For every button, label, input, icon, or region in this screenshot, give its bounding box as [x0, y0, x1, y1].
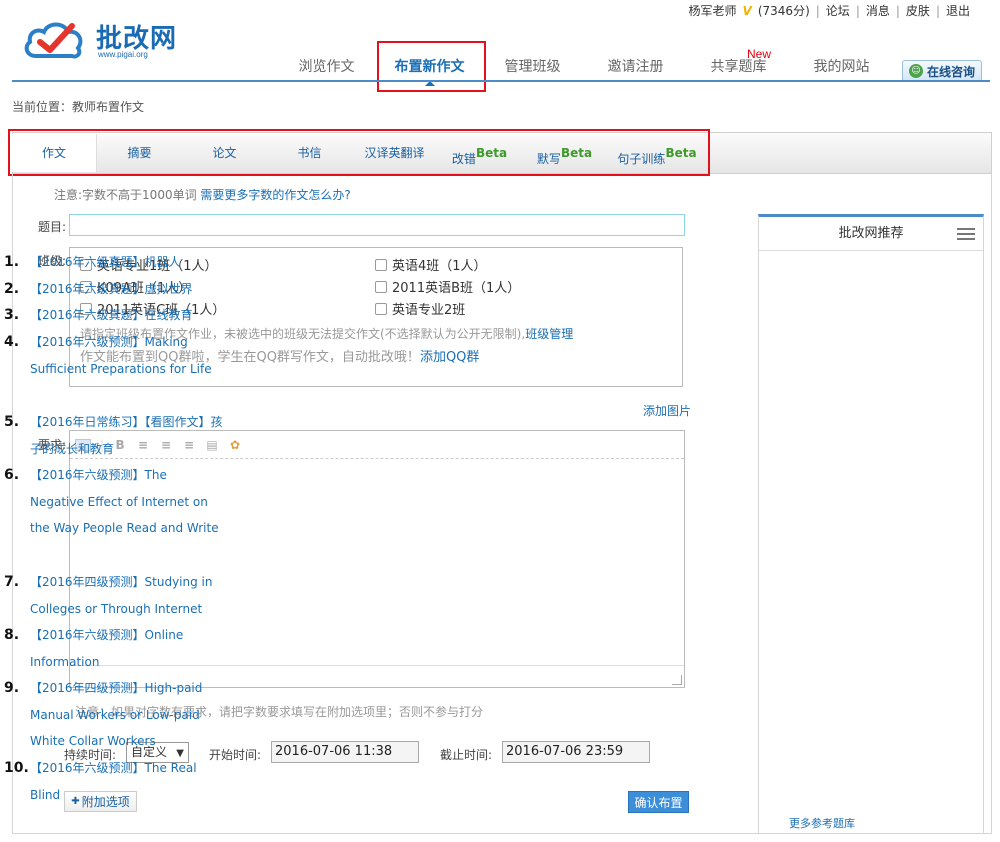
list-number: 2. — [4, 281, 20, 297]
highlight-box — [377, 41, 486, 92]
note-text: 注意:字数不高于1000单词 — [54, 188, 197, 202]
recommend-link[interactable]: 【2016年六级预测】Making Sufficient Preparation… — [4, 329, 224, 382]
list-number: 4. — [4, 334, 20, 350]
menu-icon[interactable] — [957, 228, 975, 240]
end-label: 截止时间: — [440, 748, 493, 762]
list-number: 8. — [4, 627, 20, 643]
end-time-input[interactable]: 2016-07-06 23:59 — [502, 741, 650, 763]
user-points: (7346分) — [757, 4, 810, 18]
list-item: 8. 【2016年六级预测】Online Information — [4, 622, 224, 675]
vip-icon: V — [742, 3, 752, 18]
logo[interactable]: 批改网 www.pigai.org — [22, 14, 202, 62]
list-item: 9. 【2016年四级预测】High-paid Manual Workers or… — [4, 675, 224, 755]
class-manage-link[interactable]: 班级管理 — [525, 327, 573, 341]
class-checkbox[interactable]: 英语专业2班 — [375, 299, 465, 318]
add-qq-group-link[interactable]: 添加QQ群 — [420, 350, 479, 365]
divider: | — [935, 3, 940, 18]
list-number: 9. — [4, 680, 20, 696]
nav-shared-bank-label: 共享题库 — [710, 59, 767, 75]
recommend-link[interactable]: 【2016年日常练习】【看图作文】孩子的成长和教育 — [4, 409, 224, 462]
new-badge: New — [747, 47, 772, 61]
main-nav: 浏览作文 布置新作文 管理班级 邀请注册 共享题库 New 我的网站 — [275, 47, 893, 86]
cloud-check-icon — [24, 22, 83, 59]
recommend-link[interactable]: 【2016年四级预测】Studying in Colleges or Throu… — [4, 569, 224, 622]
divider: | — [895, 3, 900, 18]
recommend-link[interactable]: 【2016年六级预测】The Real Blind — [4, 755, 224, 808]
class-name: 英语专业2班 — [392, 303, 466, 318]
online-consult-button[interactable]: ☺ 在线咨询 — [902, 60, 982, 82]
consult-label: 在线咨询 — [926, 64, 975, 79]
list-number: 3. — [4, 307, 20, 323]
recommend-link[interactable]: 【2016年六级真题】机器人 — [4, 249, 224, 276]
list-item: 3. 【2016年六级真题】在线教育 — [4, 302, 224, 329]
breadcrumb: 当前位置：教师布置作文 — [12, 100, 145, 114]
confirm-button[interactable]: 确认布置 — [628, 791, 689, 813]
checkbox[interactable] — [375, 280, 387, 293]
checkbox[interactable] — [375, 302, 387, 315]
divider: | — [815, 3, 820, 18]
class-checkbox[interactable]: 英语4班（1人） — [375, 255, 487, 274]
title-label: 题目: — [38, 220, 67, 234]
list-item: 4. 【2016年六级预测】Making Sufficient Preparati… — [4, 329, 224, 382]
list-item: 6. 【2016年六级预测】The Negative Effect of Inte… — [4, 462, 224, 542]
nav-divider — [12, 80, 990, 82]
recommend-link[interactable]: 【2016年六级真题】在线教育 — [4, 302, 224, 329]
list-item: 7. 【2016年四级预测】Studying in Colleges or Thr… — [4, 569, 224, 622]
logout-link[interactable]: 退出 — [946, 2, 970, 19]
recommend-link[interactable]: 【2016年六级预测】The Negative Effect of Intern… — [4, 462, 224, 542]
sidebar-title: 批改网推荐 — [838, 226, 904, 241]
user-name[interactable]: 杨军老师 — [689, 2, 737, 19]
nav-my-site[interactable]: 我的网站 — [790, 56, 893, 80]
logo-url: www.pigai.org — [98, 50, 148, 59]
recommend-link[interactable]: 【2016年六级预测】Online Information — [4, 622, 224, 675]
divider: | — [855, 3, 860, 18]
skin-link[interactable]: 皮肤 — [906, 2, 930, 19]
chat-icon: ☺ — [908, 64, 923, 78]
messages-link[interactable]: 消息 — [866, 2, 890, 19]
add-image-link[interactable]: 添加图片 — [643, 402, 691, 419]
recommend-link[interactable]: 【2016年四级预测】High-paid Manual Workers or L… — [4, 675, 224, 755]
word-limit-note: 注意:字数不高于1000单词 需要更多字数的作文怎么办? — [54, 186, 351, 203]
user-bar: 杨军老师 V (7346分) | 论坛 | 消息 | 皮肤 | 退出 — [689, 2, 970, 19]
nav-browse[interactable]: 浏览作文 — [275, 56, 378, 80]
list-item: 1. 【2016年六级真题】机器人 — [4, 249, 224, 276]
resize-handle-icon[interactable] — [672, 675, 682, 685]
list-number: 7. — [4, 574, 20, 590]
list-item: 5. 【2016年日常练习】【看图作文】孩子的成长和教育 — [4, 409, 224, 462]
class-checkbox[interactable]: 2011英语B班（1人） — [375, 277, 520, 296]
highlight-box — [8, 129, 710, 176]
color-palette-icon[interactable]: ✿ — [228, 438, 242, 452]
nav-invite[interactable]: 邀请注册 — [584, 56, 687, 80]
nav-shared-bank[interactable]: 共享题库 New — [687, 47, 790, 80]
nav-manage-class[interactable]: 管理班级 — [481, 56, 584, 80]
list-number: 6. — [4, 467, 20, 483]
list-item: 2. 【2016年六级真题】虚拟世界 — [4, 276, 224, 303]
list-number: 5. — [4, 414, 20, 430]
list-number: 10. — [4, 760, 29, 776]
class-name: 英语4班（1人） — [392, 259, 487, 274]
forum-link[interactable]: 论坛 — [826, 2, 850, 19]
list-item: 10. 【2016年六级预测】The Real Blind — [4, 755, 224, 808]
sidebar-header: 批改网推荐 — [759, 217, 983, 251]
title-input[interactable] — [69, 214, 685, 236]
class-name: 2011英语B班（1人） — [392, 281, 521, 296]
more-topics-link[interactable]: 更多参考题库 — [789, 815, 855, 831]
checkbox[interactable] — [375, 258, 387, 271]
list-number: 1. — [4, 254, 20, 270]
recommend-sidebar: 批改网推荐 — [758, 214, 984, 834]
recommend-link[interactable]: 【2016年六级真题】虚拟世界 — [4, 276, 224, 303]
start-time-input[interactable]: 2016-07-06 11:38 — [271, 741, 419, 763]
more-words-link[interactable]: 需要更多字数的作文怎么办? — [200, 188, 350, 202]
